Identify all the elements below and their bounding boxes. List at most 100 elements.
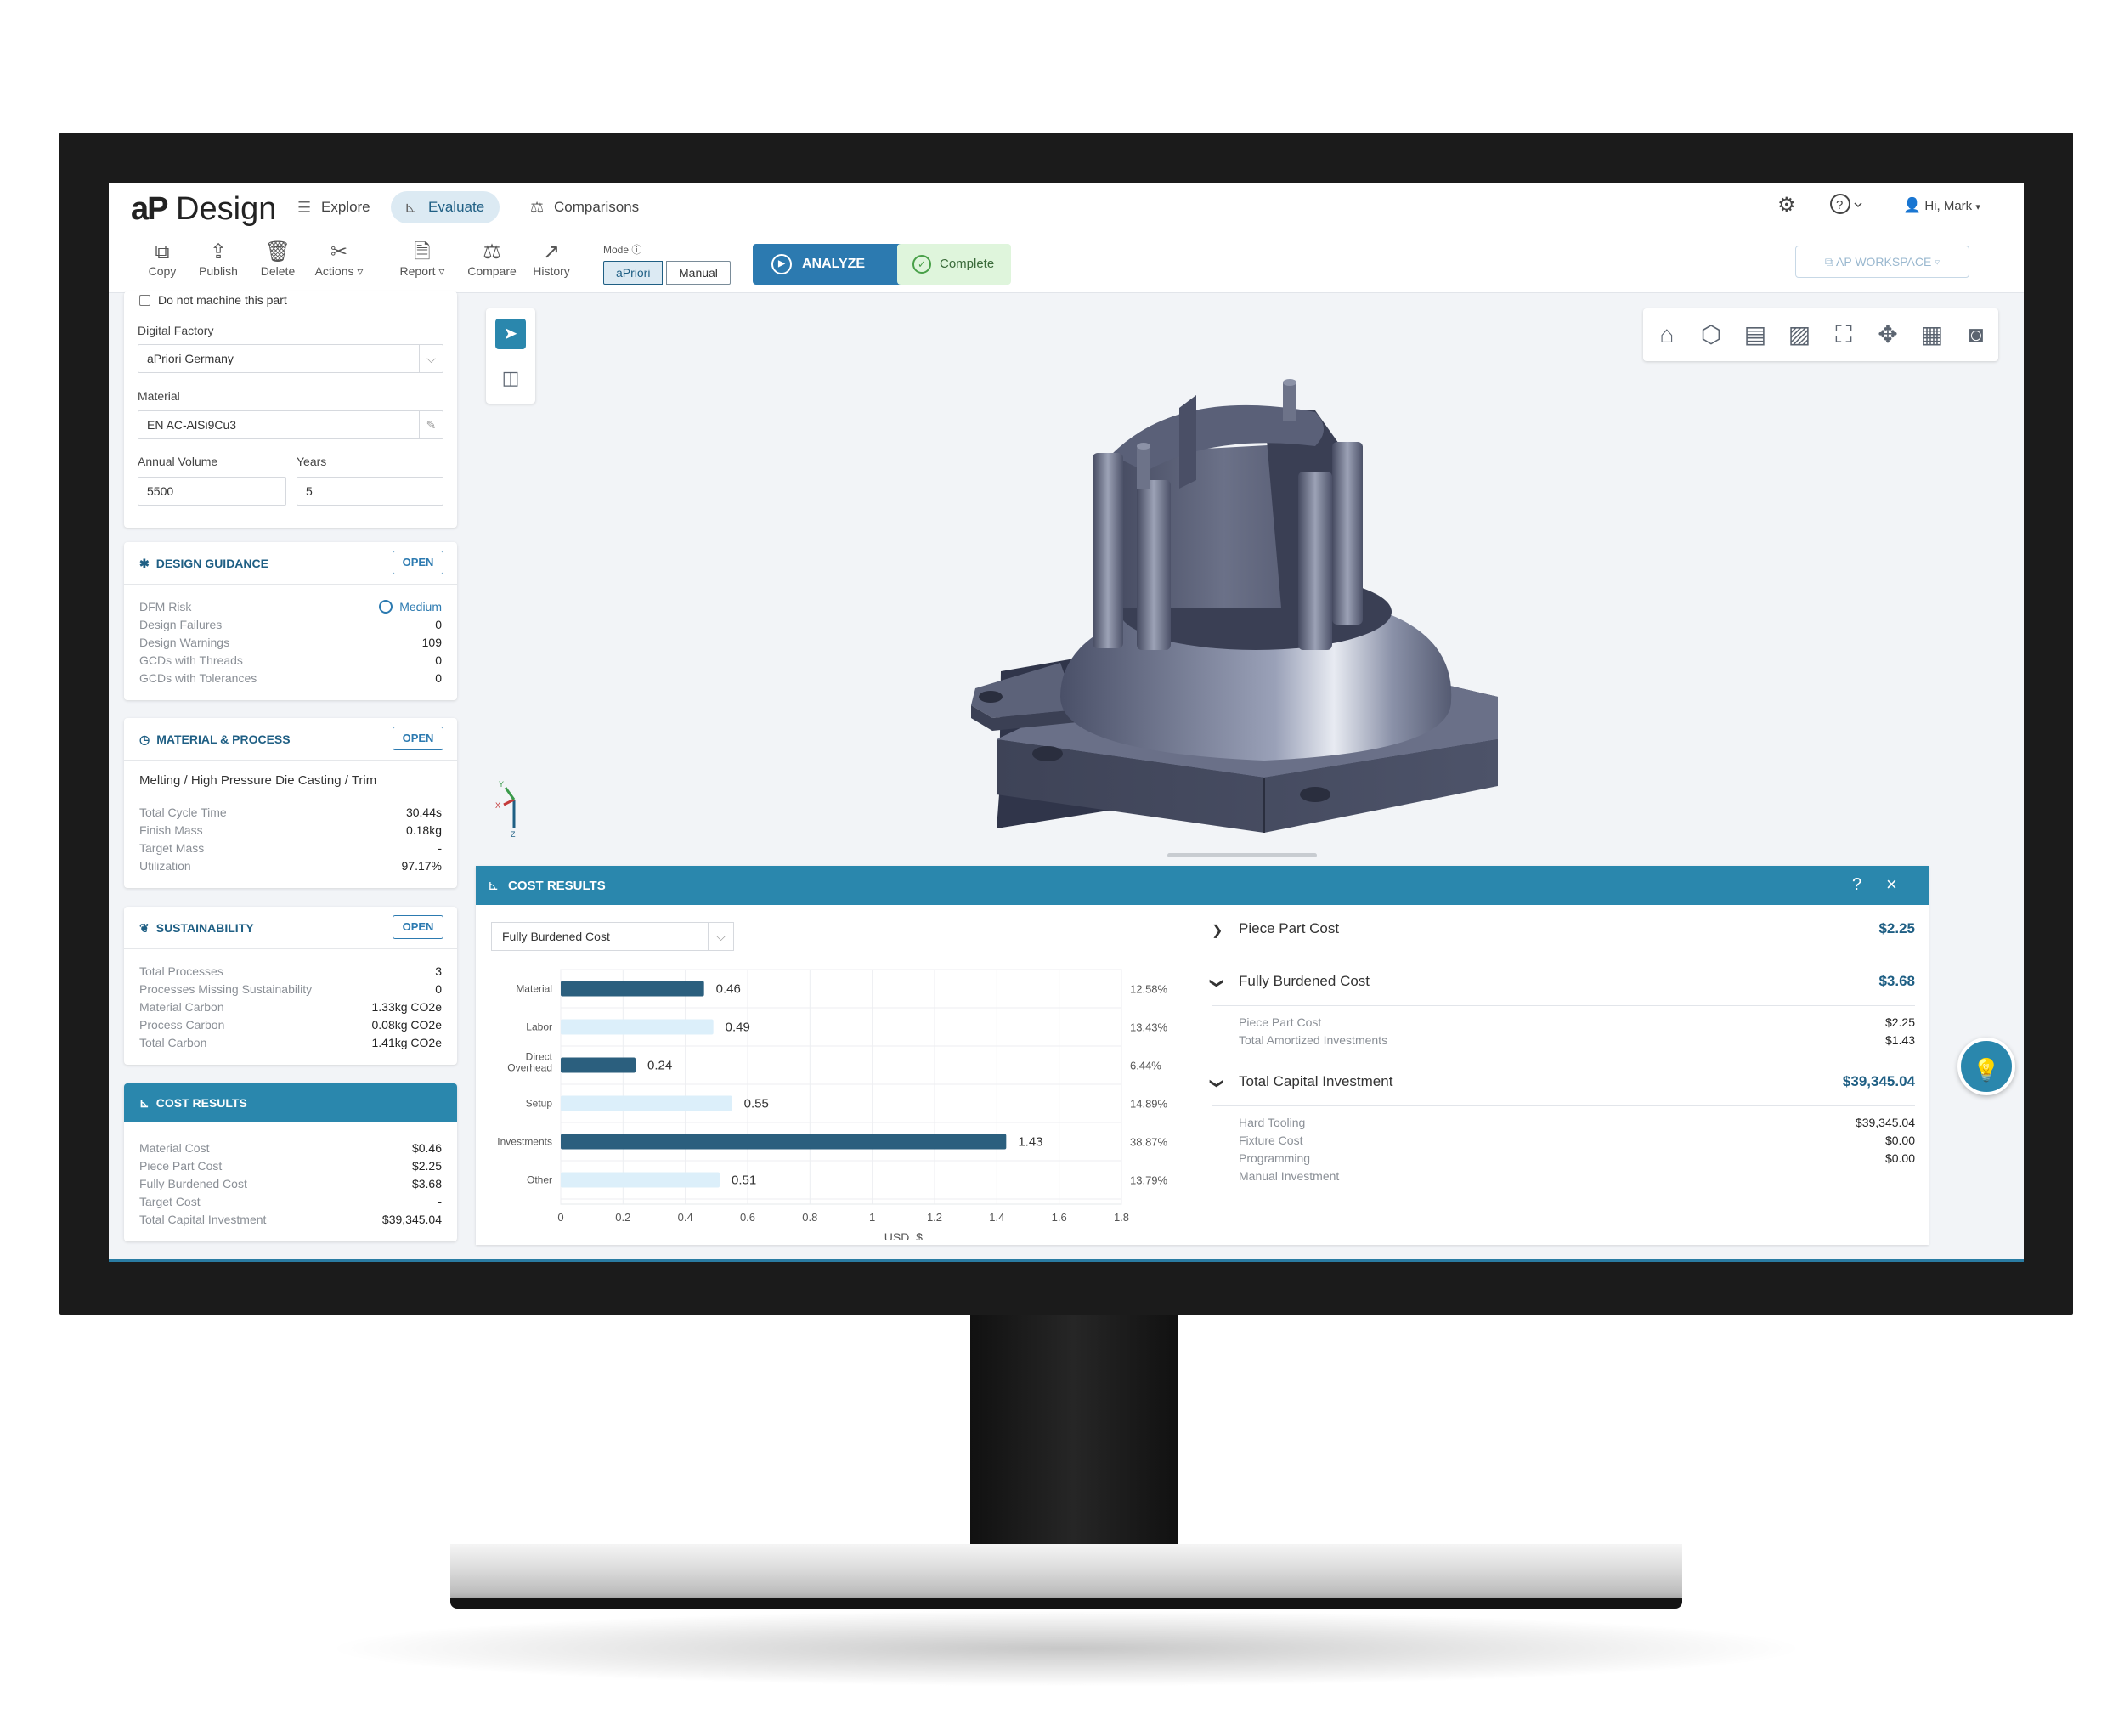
list-item: Process Carbon 0.08kg CO2e	[139, 1018, 442, 1032]
line-chart-icon: ↗	[542, 240, 561, 263]
tab-evaluate[interactable]: ⊾ Evaluate	[391, 191, 500, 223]
bar-percent-label: 38.87%	[1130, 1136, 1168, 1149]
tab-comparisons[interactable]: ⚖ Comparisons	[517, 191, 654, 223]
chevron-down-icon: ⌵	[419, 345, 443, 372]
list-item: Fully Burdened Cost $3.68	[139, 1177, 442, 1190]
chart-icon: ⊾	[404, 199, 418, 216]
x-tick-label: 1.6	[1052, 1211, 1067, 1224]
list-item: Total Capital Investment $39,345.04	[139, 1213, 442, 1226]
digital-factory-select[interactable]: aPriori Germany ⌵	[138, 344, 443, 373]
help-menu[interactable]: ?	[1828, 191, 1866, 220]
select-cursor-icon[interactable]: ➤	[495, 319, 526, 349]
compare-button[interactable]: ⚖ Compare	[464, 240, 520, 278]
leaf-icon: ❦	[139, 921, 150, 935]
pencil-icon[interactable]: ✎	[419, 411, 443, 438]
fit-view-icon[interactable]: ⛶	[1828, 322, 1859, 348]
axis-x-label: X	[495, 801, 500, 810]
section-view-icon[interactable]: ◫	[495, 363, 526, 393]
bar-chart-icon: ⊾	[139, 1096, 150, 1110]
user-menu[interactable]: 👤 Hi, Mark ▾	[1903, 197, 1980, 214]
material-process-open-button[interactable]: OPEN	[393, 727, 443, 750]
x-tick-label: 1.2	[927, 1211, 942, 1224]
material-field[interactable]: EN AC-AlSi9Cu3 ✎	[138, 410, 443, 439]
process-routing: Melting / High Pressure Die Casting / Tr…	[139, 773, 377, 788]
wireframe-icon[interactable]: ▦	[1917, 322, 1947, 348]
mode-manual-toggle[interactable]: Manual	[666, 261, 731, 285]
lightbulb-help-icon[interactable]: 💡	[1957, 1038, 2015, 1095]
annual-volume-input[interactable]: 5500	[138, 477, 286, 506]
clipboard-icon[interactable]: ▤	[1740, 322, 1771, 348]
scale-icon: ⚖	[530, 199, 545, 216]
x-tick-label: 0.8	[802, 1211, 817, 1224]
orbit-icon[interactable]: ✥	[1873, 322, 1903, 348]
report-menu-button[interactable]: 🗎 Report ▿	[394, 240, 450, 279]
axis-triad: Y X Z	[495, 780, 516, 837]
list-item: Manual Investment	[1239, 1169, 1340, 1183]
mode-apriori-toggle[interactable]: aPriori	[603, 261, 664, 285]
trash-icon: 🗑	[264, 240, 291, 263]
list-item: GCDs with Threads 0	[139, 653, 442, 667]
screenshot-camera-icon[interactable]: ◙	[1961, 322, 1991, 348]
list-item: Utilization 97.17%	[139, 859, 442, 873]
x-tick-label: 1.4	[989, 1211, 1004, 1224]
close-button[interactable]: ×	[1886, 874, 1897, 896]
viewer-toolbar: ⌂ ⬡ ▤ ▨ ⛶ ✥ ▦ ◙	[1643, 308, 1998, 361]
home-view-icon[interactable]: ⌂	[1652, 322, 1682, 348]
list-item: Hard Tooling $39,345.04	[1239, 1116, 1915, 1129]
tab-explore[interactable]: ☰ Explore	[284, 191, 386, 223]
app-logo[interactable]: aP Design	[131, 191, 276, 228]
bar-percent-label: 6.44%	[1130, 1060, 1161, 1072]
years-input[interactable]: 5	[297, 477, 443, 506]
list-item: Design Failures 0	[139, 618, 442, 631]
y-category-label: Investments	[497, 1136, 552, 1148]
x-tick-label: 1	[869, 1211, 875, 1224]
cube-view-icon[interactable]: ⬡	[1696, 322, 1726, 348]
publish-icon: ⇪	[209, 240, 228, 263]
list-item: Finish Mass 0.18kg	[139, 823, 442, 837]
design-guidance-card: ✱ DESIGN GUIDANCE OPEN DFM Risk Medium De…	[124, 542, 457, 700]
fully-burdened-row[interactable]: ❯ Fully Burdened Cost $3.68	[1210, 973, 1915, 997]
x-tick-label: 0.6	[740, 1211, 755, 1224]
analyze-button[interactable]: ▶ ANALYZE	[753, 244, 919, 285]
design-guidance-open-button[interactable]: OPEN	[393, 551, 443, 574]
piece-part-row[interactable]: ❯ Piece Part Cost $2.25	[1212, 920, 1915, 944]
x-tick-label: 0.2	[615, 1211, 630, 1224]
list-item: GCDs with Tolerances 0	[139, 671, 442, 685]
check-circle-icon: ✓	[912, 255, 931, 274]
x-tick-label: 0.4	[678, 1211, 693, 1224]
actions-menu-button[interactable]: ✂ Actions ▿	[311, 240, 367, 279]
capital-investment-row[interactable]: ❯ Total Capital Investment $39,345.04	[1210, 1073, 1915, 1097]
chart-bar	[561, 1057, 636, 1073]
bar-value-label: 1.43	[1018, 1135, 1042, 1150]
copy-button[interactable]: ⧉ Copy	[134, 240, 190, 278]
shading-icon[interactable]: ▨	[1784, 322, 1815, 348]
history-button[interactable]: ↗ History	[523, 240, 579, 278]
bar-value-label: 0.24	[647, 1059, 672, 1073]
x-axis-label: USD, $	[884, 1230, 923, 1240]
panel-resize-handle[interactable]	[1167, 853, 1317, 857]
do-not-machine-checkbox[interactable]	[139, 295, 150, 306]
help-button[interactable]: ?	[1852, 875, 1861, 895]
bar-value-label: 0.51	[732, 1173, 756, 1188]
3d-part-model[interactable]	[585, 353, 1689, 837]
sustainability-card: ❦ SUSTAINABILITY OPEN Total Processes 3 Pr…	[124, 907, 457, 1065]
tools-icon: ✂	[330, 240, 348, 263]
user-icon: 👤	[1903, 197, 1922, 213]
monitor-neck	[970, 1315, 1178, 1544]
publish-button[interactable]: ⇪ Publish	[190, 240, 246, 278]
delete-button[interactable]: 🗑 Delete	[250, 240, 306, 278]
card-divider	[124, 760, 457, 761]
annual-volume-label: Annual Volume	[138, 455, 218, 468]
ap-workspace-button[interactable]: ⧉ AP WORKSPACE ▿	[1795, 246, 1969, 278]
list-item: Processes Missing Sustainability 0	[139, 982, 442, 996]
card-divider	[124, 584, 457, 585]
cost-type-select[interactable]: Fully Burdened Cost ⌵	[491, 922, 734, 951]
copy-icon: ⧉	[155, 240, 170, 263]
list-item: DFM Risk Medium	[139, 600, 442, 614]
cost-results-header: ⊾ COST RESULTS ? ×	[476, 866, 1929, 905]
settings-gear-icon[interactable]: ⚙	[1777, 193, 1796, 218]
sustainability-open-button[interactable]: OPEN	[393, 915, 443, 939]
monitor-base	[450, 1544, 1682, 1605]
list-item: Total Amortized Investments $1.43	[1239, 1033, 1915, 1047]
bar-value-label: 0.49	[726, 1021, 750, 1035]
